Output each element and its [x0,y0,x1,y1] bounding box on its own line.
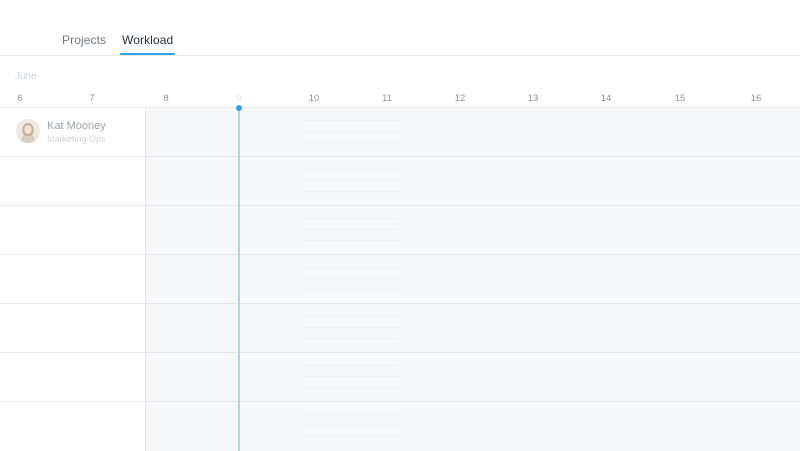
placeholder-line [303,267,399,268]
placeholder-line [303,414,399,415]
placeholder-line [303,229,399,230]
row-divider [0,156,800,157]
placeholder-line [303,376,399,377]
day-label: 7 [89,93,95,104]
person-role: Marketing Ops [47,134,106,144]
placeholder-line [303,180,399,181]
today-marker-dot [236,105,242,111]
placeholder-line [303,436,399,437]
timeline-month-label: June [15,71,37,82]
placeholder-line [303,131,399,132]
active-tab-indicator [120,53,175,55]
day-label: 15 [674,93,686,104]
day-label: 16 [750,93,762,104]
tab-bar: Projects Workload [0,0,800,56]
placeholder-line [303,278,399,279]
tab-projects[interactable]: Projects [62,33,106,47]
placeholder-line [303,240,399,241]
day-label-today: 9 [236,93,242,104]
placeholder-line [303,387,399,388]
placeholder-line [303,218,399,219]
row-divider [0,254,800,255]
placeholder-line [303,120,399,121]
workload-grid[interactable] [146,108,800,451]
row-divider [0,205,800,206]
row-divider [0,352,800,353]
user-avatar-icon [16,119,40,143]
placeholder-line [303,338,399,339]
placeholder-line [303,316,399,317]
placeholder-line [303,142,399,143]
day-label: 12 [454,93,466,104]
placeholder-line [303,169,399,170]
placeholder-line [303,289,399,290]
people-column [0,108,146,451]
placeholder-line [303,327,399,328]
day-label: 10 [308,93,320,104]
avatar [16,119,40,143]
person-name: Kat Mooney [47,120,106,132]
today-marker-line [238,108,240,451]
day-label: 13 [527,93,539,104]
tab-workload[interactable]: Workload [122,33,173,47]
day-label: 11 [382,93,392,104]
row-divider [0,303,800,304]
placeholder-line [303,191,399,192]
day-label: 8 [163,93,169,104]
day-label: 14 [600,93,612,104]
row-divider [0,401,800,402]
placeholder-line [303,425,399,426]
day-label: 6 [17,93,23,104]
placeholder-line [303,365,399,366]
